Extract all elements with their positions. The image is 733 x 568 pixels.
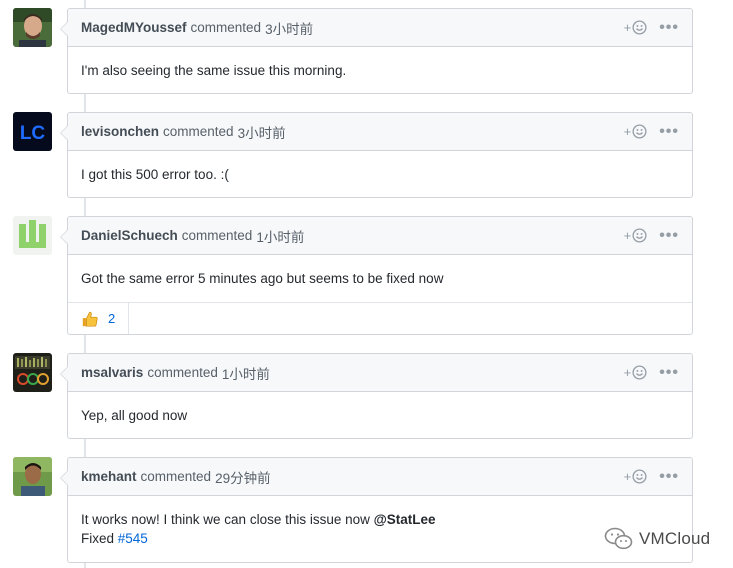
author-name[interactable]: DanielSchuech [81, 228, 178, 243]
reactions-bar: 2 [68, 302, 692, 334]
comment-text-line-1: It works now! I think we can close this … [81, 510, 679, 529]
comment-header: kmehant commented 29分钟前 + ••• [68, 458, 692, 496]
avatar[interactable] [13, 353, 52, 392]
author-name[interactable]: MagedMYoussef [81, 20, 187, 35]
comment-text: Got the same error 5 minutes ago but see… [81, 271, 444, 286]
add-reaction-button[interactable]: + [624, 124, 648, 139]
thumbs-up-icon [82, 311, 98, 327]
add-reaction-button[interactable]: + [624, 469, 648, 484]
comment-text: I got this 500 error too. :( [81, 166, 229, 182]
comment-header: msalvaris commented 1小时前 + ••• [68, 354, 692, 392]
comment-card: DanielSchuech commented 1小时前 + ••• Got t… [60, 216, 693, 335]
kebab-menu-icon[interactable]: ••• [659, 19, 679, 36]
comment-body: Got the same error 5 minutes ago but see… [68, 255, 692, 302]
reaction-thumbs-up[interactable]: 2 [68, 303, 130, 334]
comment-verb: commented [190, 20, 262, 35]
comment-actions: + ••• [624, 354, 679, 391]
comment-timestamp[interactable]: 1小时前 [256, 226, 304, 246]
comment-card: MagedMYoussef commented 3小时前 + ••• I'm a… [60, 8, 693, 94]
comment-actions: + ••• [624, 217, 679, 254]
avatar[interactable] [13, 457, 52, 496]
plus-icon: + [623, 365, 632, 380]
comment-text: Yep, all good now [81, 407, 188, 423]
comment-actions: + ••• [624, 9, 679, 46]
smiley-icon [632, 365, 647, 380]
comment-text: Fixed [81, 531, 118, 546]
comment-timestamp[interactable]: 3小时前 [265, 18, 313, 38]
add-reaction-button[interactable]: + [624, 228, 648, 243]
smiley-icon [632, 469, 647, 484]
comment-header: levisonchen commented 3小时前 + ••• [68, 113, 692, 151]
watermark: VMCloud [604, 527, 710, 551]
comment-actions: + ••• [624, 113, 679, 150]
avatar[interactable] [13, 216, 52, 255]
comment-timestamp[interactable]: 3小时前 [238, 122, 286, 142]
smiley-icon [632, 228, 647, 243]
comment-body: Yep, all good now [68, 392, 692, 438]
comment-body: I got this 500 error too. :( [68, 151, 692, 197]
avatar[interactable]: LC [13, 112, 52, 151]
comment-actions: + ••• [624, 458, 679, 495]
smiley-icon [632, 20, 647, 35]
avatar[interactable] [13, 8, 52, 47]
smiley-icon [632, 124, 647, 139]
comment-card: msalvaris commented 1小时前 + ••• Yep, all … [60, 353, 693, 439]
comment-timestamp[interactable]: 1小时前 [222, 363, 270, 383]
comment-header: MagedMYoussef commented 3小时前 + ••• [68, 9, 692, 47]
kebab-menu-icon[interactable]: ••• [659, 227, 679, 244]
comment-body: I'm also seeing the same issue this morn… [68, 47, 692, 93]
comment-text: It works now! I think we can close this … [81, 512, 374, 527]
comment-verb: commented [147, 365, 218, 380]
kebab-menu-icon[interactable]: ••• [659, 364, 679, 381]
kebab-menu-icon[interactable]: ••• [659, 123, 679, 140]
comment-text: I'm also seeing the same issue this morn… [81, 62, 347, 78]
author-name[interactable]: kmehant [81, 469, 137, 484]
author-name[interactable]: msalvaris [81, 365, 143, 380]
avatar-initials: LC [20, 123, 46, 144]
comment-text-line-2: Fixed #545 [81, 529, 679, 548]
plus-icon: + [623, 228, 632, 243]
comment-body: It works now! I think we can close this … [68, 496, 692, 562]
comment-card: levisonchen commented 3小时前 + ••• I got t… [60, 112, 693, 198]
user-mention-link[interactable]: @StatLee [374, 512, 436, 527]
kebab-menu-icon[interactable]: ••• [659, 468, 679, 485]
author-name[interactable]: levisonchen [81, 124, 159, 139]
comment-card: kmehant commented 29分钟前 + ••• It works n… [60, 457, 693, 563]
plus-icon: + [623, 469, 632, 484]
wechat-logo-icon [604, 527, 633, 550]
add-reaction-button[interactable]: + [624, 20, 648, 35]
add-reaction-button[interactable]: + [624, 365, 648, 380]
plus-icon: + [623, 20, 632, 35]
comment-verb: commented [140, 469, 212, 484]
watermark-text: VMCloud [639, 529, 711, 548]
issue-reference-link[interactable]: #545 [118, 531, 148, 546]
comment-header: DanielSchuech commented 1小时前 + ••• [68, 217, 692, 255]
plus-icon: + [623, 124, 632, 139]
reaction-count: 2 [108, 311, 116, 326]
comment-verb: commented [181, 228, 253, 243]
comment-verb: commented [163, 124, 234, 139]
comment-timestamp[interactable]: 29分钟前 [215, 467, 271, 487]
